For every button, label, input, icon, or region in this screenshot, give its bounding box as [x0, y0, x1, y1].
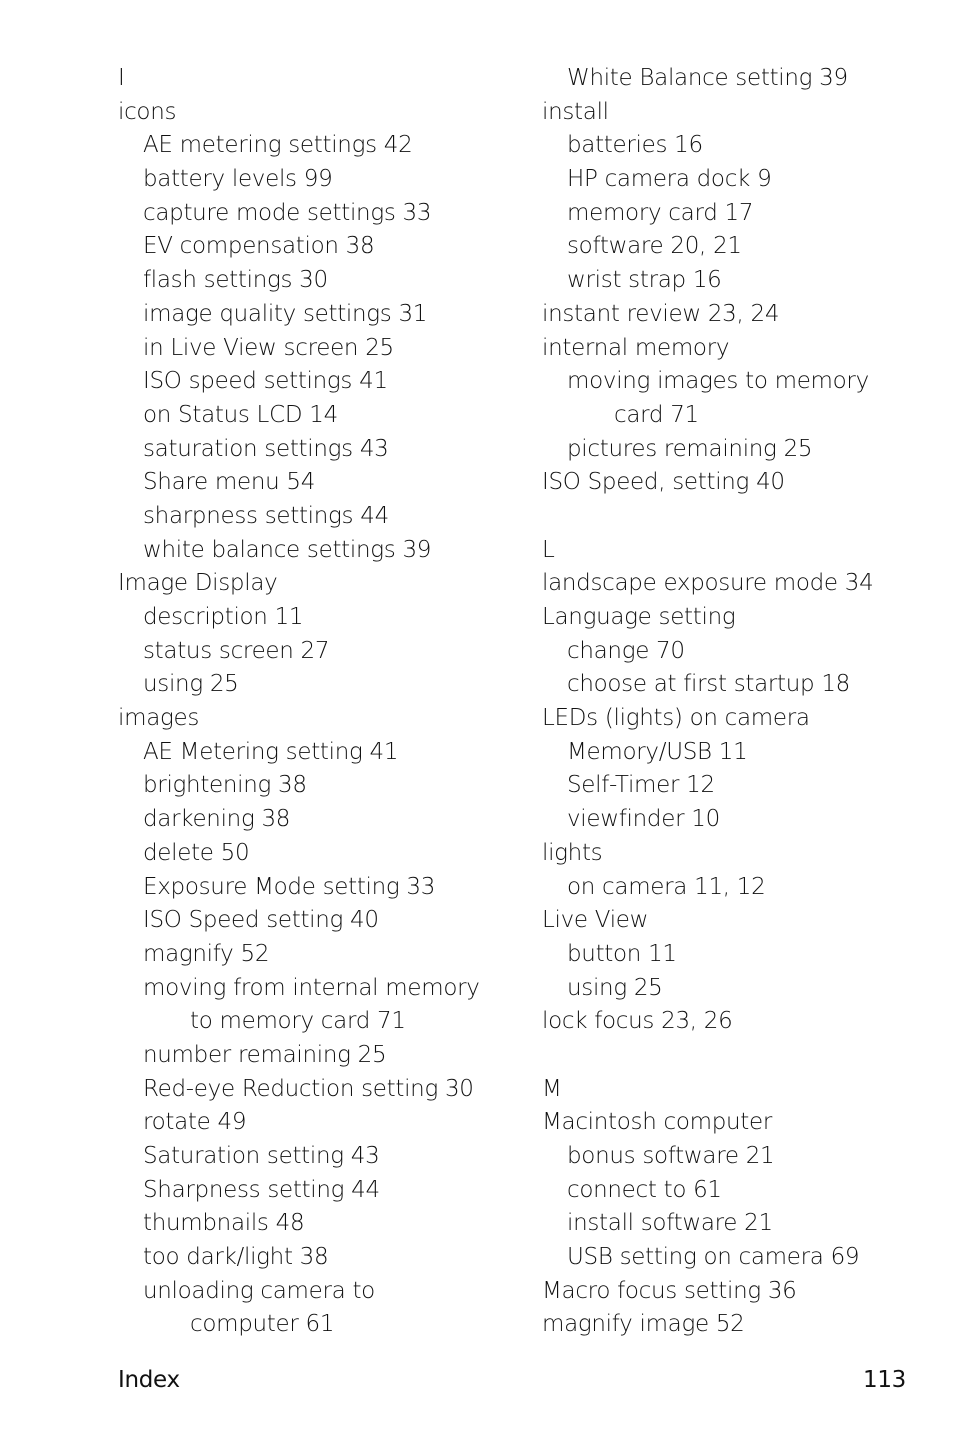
- index-subentry: using 25: [143, 671, 239, 698]
- index-subentry: change 70: [567, 637, 685, 664]
- index-subentry: moving from internal memory: [143, 974, 480, 1001]
- index-subentry: brightening 38: [143, 772, 307, 799]
- index-subentry: Memory/USB 11: [567, 738, 748, 765]
- index-letter-heading: M: [542, 1075, 562, 1102]
- index-subentry: Sharpness setting 44: [143, 1176, 380, 1203]
- index-subentry: viewfinder 10: [567, 806, 720, 833]
- index-subentry: install software 21: [567, 1210, 773, 1237]
- index-subentry: unloading camera to: [143, 1277, 375, 1304]
- index-entry: Macro focus setting 36: [542, 1277, 797, 1304]
- index-subentry: number remaining 25: [143, 1041, 387, 1068]
- index-subentry: in Live View screen 25: [143, 334, 394, 361]
- index-entry: images: [118, 705, 200, 732]
- index-entry-continuation: computer 61: [190, 1311, 335, 1338]
- index-entry: Image Display: [118, 570, 278, 597]
- index-subentry: software 20, 21: [567, 233, 742, 260]
- index-entry: magnify image 52: [542, 1311, 745, 1338]
- index-subentry: rotate 49: [143, 1109, 247, 1136]
- index-subentry: image quality settings 31: [143, 300, 428, 327]
- index-subentry: White Balance setting 39: [567, 65, 848, 91]
- index-entry: ISO Speed, setting 40: [542, 469, 785, 496]
- index-subentry: batteries 16: [567, 132, 703, 159]
- index-entry: icons: [118, 98, 177, 125]
- index-subentry: battery levels 99: [143, 166, 333, 193]
- index-entry: LEDs (lights) on camera: [542, 705, 810, 732]
- index-subentry: saturation settings 43: [143, 435, 389, 462]
- index-subentry: memory card 17: [567, 199, 754, 226]
- index-subentry: delete 50: [143, 839, 250, 866]
- index-subentry: too dark/light 38: [143, 1244, 329, 1271]
- index-entry: lock focus 23, 26: [542, 1008, 733, 1035]
- index-subentry: white balance settings 39: [143, 536, 432, 563]
- index-subentry: status screen 27: [143, 637, 330, 664]
- index-entry-continuation: card 71: [614, 401, 699, 428]
- index-subentry: sharpness settings 44: [143, 502, 389, 529]
- index-entry: Live View: [542, 907, 649, 934]
- index-subentry: on Status LCD 14: [143, 401, 338, 428]
- index-subentry: choose at first startup 18: [567, 671, 851, 698]
- index-subentry: bonus software 21: [567, 1143, 775, 1169]
- index-subentry: EV compensation 38: [143, 233, 375, 260]
- index-entry: instant review 23, 24: [542, 300, 780, 327]
- index-subentry: using 25: [567, 974, 663, 1001]
- index-subentry: button 11: [567, 940, 677, 967]
- index-letter-heading: I: [118, 65, 125, 91]
- index-entry: Language setting: [542, 604, 736, 630]
- index-entry: install: [542, 98, 609, 125]
- index-subentry: capture mode settings 33: [143, 199, 432, 226]
- index-subentry: wrist strap 16: [567, 267, 722, 294]
- index-entry-continuation: to memory card 71: [190, 1008, 406, 1035]
- index-entry: landscape exposure mode 34: [542, 570, 874, 597]
- index-entry: Macintosh computer: [542, 1109, 773, 1136]
- index-subentry: moving images to memory: [567, 368, 869, 395]
- index-subentry: magnify 52: [143, 940, 270, 967]
- index-subentry: Share menu 54: [143, 469, 316, 496]
- footer-section-label: Index: [118, 1367, 180, 1393]
- page-number: 113: [863, 1367, 906, 1393]
- index-subentry: thumbnails 48: [143, 1210, 305, 1237]
- index-letter-heading: L: [542, 536, 555, 563]
- index-subentry: AE metering settings 42: [143, 132, 413, 159]
- index-subentry: Exposure Mode setting 33: [143, 873, 436, 900]
- index-subentry: Saturation setting 43: [143, 1143, 380, 1169]
- index-subentry: pictures remaining 25: [567, 435, 813, 462]
- index-entry: lights: [542, 839, 603, 866]
- index-subentry: flash settings 30: [143, 267, 328, 294]
- index-subentry: Red-eye Reduction setting 30: [143, 1075, 474, 1102]
- index-subentry: description 11: [143, 604, 304, 630]
- index-subentry: on camera 11, 12: [567, 873, 766, 900]
- index-column-right: White Balance setting 39 install batteries…: [542, 62, 942, 1342]
- index-subentry: darkening 38: [143, 806, 291, 833]
- index-subentry: AE Metering setting 41: [143, 738, 399, 765]
- index-subentry: ISO speed settings 41: [143, 368, 388, 395]
- index-column-left: Iicons AE metering settings 42 battery lev…: [118, 62, 518, 1342]
- index-entry: internal memory: [542, 334, 730, 361]
- index-subentry: connect to 61: [567, 1176, 722, 1203]
- index-subentry: HP camera dock 9: [567, 166, 772, 193]
- index-subentry: USB setting on camera 69: [567, 1244, 860, 1271]
- index-subentry: ISO Speed setting 40: [143, 907, 379, 934]
- index-subentry: Self-Timer 12: [567, 772, 715, 799]
